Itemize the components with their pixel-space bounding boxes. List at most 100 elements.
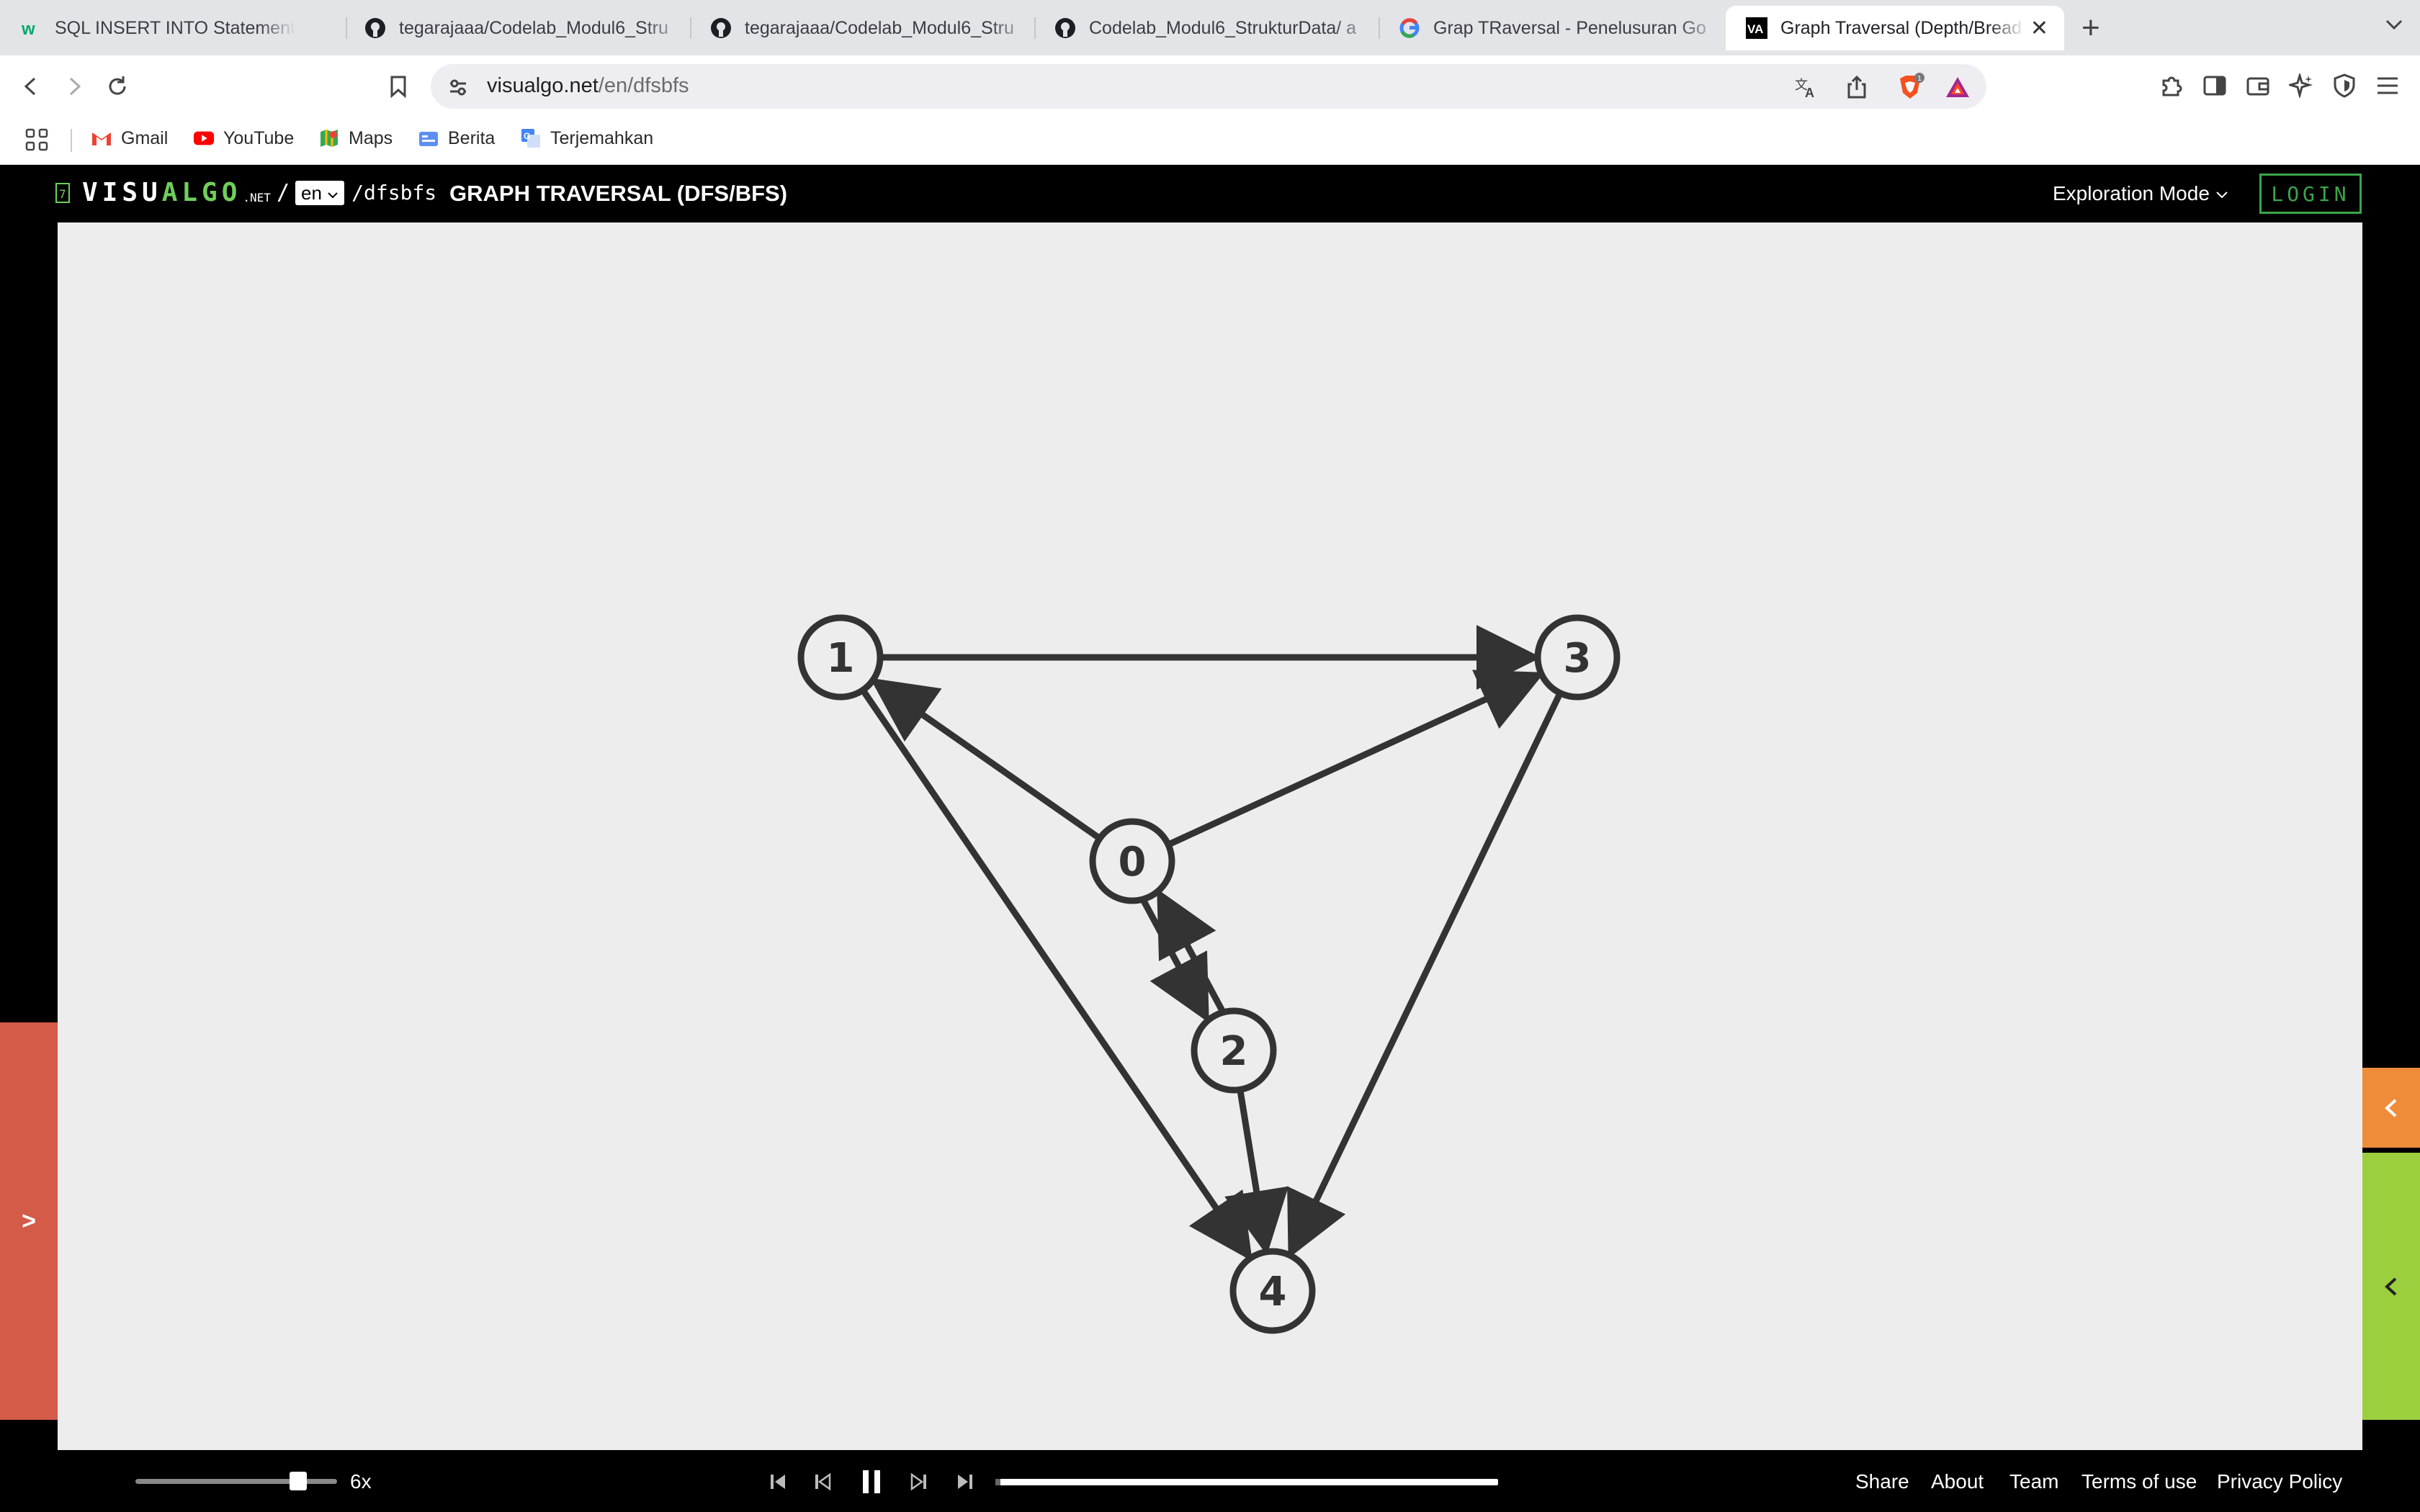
- edge-3-4[interactable]: [1287, 691, 1564, 1259]
- speed-slider-knob[interactable]: [290, 1472, 307, 1490]
- tab-title: tegarajaaa/Codelab_Modul6_Stru: [745, 17, 1014, 38]
- tab-github-1[interactable]: tegarajaaa/Codelab_Modul6_Stru: [344, 6, 690, 50]
- site-settings-icon[interactable]: [444, 73, 472, 102]
- footer-link-about[interactable]: About: [1931, 1470, 1984, 1493]
- vertex-4[interactable]: 4: [1229, 1248, 1316, 1334]
- forward-button[interactable]: [56, 68, 92, 104]
- leo-ai-icon[interactable]: [2285, 70, 2317, 102]
- svg-text:G: G: [524, 131, 530, 141]
- gmail-icon: [91, 127, 112, 149]
- left-panel-toggle[interactable]: >: [0, 1022, 58, 1420]
- step-backward-button[interactable]: [808, 1469, 837, 1495]
- logo-net: .NET: [243, 191, 271, 204]
- footer-link-team[interactable]: Team: [2009, 1470, 2058, 1493]
- login-button[interactable]: LOGIN: [2259, 174, 2362, 214]
- github-icon: [1054, 17, 1076, 39]
- step-forward-icon: [910, 1472, 926, 1491]
- apps-grid-icon[interactable]: [24, 127, 49, 152]
- tab-title: tegarajaaa/Codelab_Modul6_Stru: [399, 17, 668, 38]
- footer-link-privacy[interactable]: Privacy Policy: [2217, 1470, 2342, 1493]
- menu-icon[interactable]: [2372, 70, 2403, 102]
- right-panel-toggle-bottom[interactable]: [2362, 1153, 2420, 1420]
- edge-0-3[interactable]: [1167, 670, 1545, 848]
- tab-visualgo-active[interactable]: VA Graph Traversal (Depth/Bread ✕: [1726, 6, 2064, 50]
- speed-slider[interactable]: [135, 1479, 337, 1484]
- page-path: /dfsbfs: [351, 181, 437, 204]
- bookmark-icon[interactable]: [380, 68, 416, 104]
- go-to-beginning-button[interactable]: [763, 1469, 792, 1495]
- bookmarks-bar: Gmail YouTube Maps Berita G Terjemahkan: [0, 116, 2420, 165]
- visualgo-mark-icon: 7: [55, 182, 70, 203]
- edge-1-4[interactable]: [860, 688, 1252, 1261]
- visualgo-header: 7 VISU ALGO .NET / en /dfsbfs GRAPH TRAVER…: [0, 165, 2420, 222]
- address-bar[interactable]: visualgo.net/en/dfsbfs 文A 1: [431, 64, 1986, 109]
- bookmark-maps[interactable]: Maps: [318, 127, 393, 149]
- language-select[interactable]: en: [295, 180, 345, 205]
- extensions-icon[interactable]: [2156, 70, 2187, 102]
- brave-shields-icon[interactable]: 1: [1896, 73, 1924, 102]
- footer-link-terms[interactable]: Terms of use: [2081, 1470, 2197, 1493]
- edge-2-4[interactable]: [1224, 1089, 1289, 1256]
- bookmark-label: YouTube: [223, 127, 295, 148]
- right-panel-toggle-top[interactable]: [2362, 1068, 2420, 1148]
- vpn-shield-icon[interactable]: [2329, 70, 2360, 102]
- vertex-label: 3: [1564, 635, 1592, 682]
- footer-link-share[interactable]: Share: [1855, 1470, 1909, 1493]
- speed-label: 6x: [350, 1470, 372, 1493]
- sidebar-icon[interactable]: [2199, 70, 2231, 102]
- wallet-icon[interactable]: [2242, 70, 2274, 102]
- visualgo-logo[interactable]: 7 VISU ALGO .NET / en /dfsbfs: [55, 178, 436, 207]
- tab-search-chevron-icon[interactable]: [2384, 14, 2404, 40]
- close-tab-icon[interactable]: ✕: [2030, 16, 2048, 41]
- tab-github-2[interactable]: tegarajaaa/Codelab_Modul6_Stru: [690, 6, 1036, 50]
- vertex-label: 2: [1220, 1028, 1248, 1075]
- vertex-label: 0: [1119, 839, 1147, 886]
- skip-start-icon: [771, 1475, 785, 1489]
- new-tab-button[interactable]: +: [2081, 10, 2100, 46]
- vertex-label: 4: [1259, 1269, 1287, 1315]
- youtube-icon: [193, 127, 215, 149]
- bookmark-label: Gmail: [121, 127, 169, 148]
- vertex-0[interactable]: 0: [1089, 818, 1175, 904]
- exploration-mode-dropdown[interactable]: Exploration Mode: [2053, 182, 2228, 205]
- tab-sql-insert[interactable]: w SQL INSERT INTO Statement: [0, 6, 344, 50]
- url-host: visualgo.net: [487, 74, 599, 97]
- visualgo-icon: VA: [1746, 17, 1767, 39]
- svg-text:VA: VA: [1747, 22, 1763, 36]
- bookmark-terjemahkan[interactable]: G Terjemahkan: [520, 127, 653, 149]
- translate-page-icon[interactable]: 文A: [1792, 73, 1821, 102]
- bookmark-youtube[interactable]: YouTube: [193, 127, 294, 149]
- back-button[interactable]: [13, 68, 49, 104]
- url-path: /en/dfsbfs: [598, 74, 689, 97]
- svg-text:A: A: [1805, 86, 1814, 99]
- reload-button[interactable]: [99, 68, 135, 104]
- tab-title: Codelab_Modul6_StrukturData/ a: [1089, 17, 1357, 38]
- logo-slash: /: [276, 180, 290, 205]
- maps-icon: [318, 127, 340, 149]
- vertex-2[interactable]: 2: [1191, 1007, 1277, 1094]
- footer-controls: 6x Share About Team Terms of use Privacy…: [0, 1450, 2420, 1512]
- go-to-end-button[interactable]: [951, 1469, 980, 1495]
- tab-google-search[interactable]: Grap TRaversal - Penelusuran Go: [1379, 6, 1724, 50]
- vertex-3[interactable]: 3: [1534, 614, 1621, 701]
- language-value: en: [301, 181, 322, 204]
- vertex-1[interactable]: 1: [797, 614, 884, 701]
- tab-github-3[interactable]: Codelab_Modul6_StrukturData/ a: [1034, 6, 1380, 50]
- vertex-label: 1: [827, 635, 855, 682]
- news-icon: [418, 127, 439, 149]
- step-forward-button[interactable]: [905, 1469, 933, 1495]
- browser-toolbar: visualgo.net/en/dfsbfs 文A 1: [0, 55, 2420, 116]
- bookmark-gmail[interactable]: Gmail: [91, 127, 168, 149]
- svg-text:w: w: [21, 19, 35, 39]
- share-icon[interactable]: [1842, 73, 1871, 102]
- graph-canvas[interactable]: 0 1 2 3 4: [58, 222, 2362, 1450]
- brave-rewards-icon[interactable]: [1943, 73, 1972, 102]
- bookmarks-separator: [71, 129, 72, 152]
- bookmark-label: Maps: [349, 127, 393, 148]
- visualgo-page: 7 VISU ALGO .NET / en /dfsbfs GRAPH TRAVER…: [0, 165, 2420, 1512]
- animation-progress-bar[interactable]: [995, 1479, 1498, 1485]
- url-text[interactable]: visualgo.net/en/dfsbfs: [487, 74, 689, 98]
- translate-icon: G: [520, 127, 542, 149]
- bookmark-berita[interactable]: Berita: [418, 127, 495, 149]
- pause-button[interactable]: [857, 1469, 886, 1495]
